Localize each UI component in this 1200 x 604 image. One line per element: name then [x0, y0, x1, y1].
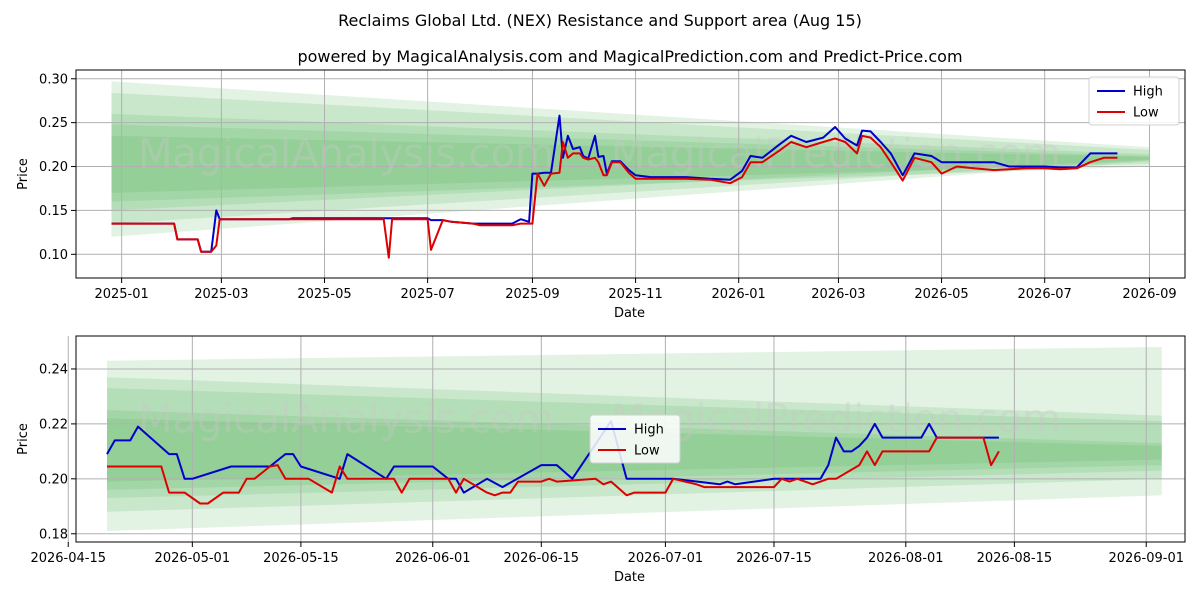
legend-label-low: Low [1133, 106, 1159, 121]
watermark-analysis: MagicalAnalysis.com [138, 396, 554, 442]
y-tick-label: 0.30 [39, 72, 68, 87]
x-tick-label: 2025-03 [194, 287, 248, 302]
x-tick-label: 2026-06-15 [504, 551, 580, 566]
y-tick-label: 0.20 [39, 472, 68, 487]
x-axis-label: Date [614, 570, 645, 585]
x-tick-label: 2026-05 [914, 287, 968, 302]
bottom-chart-panel: MagicalAnalysis.com MagicalPrediction.com… [16, 335, 1186, 585]
x-tick-label: 2026-05-01 [155, 551, 231, 566]
y-tick-label: 0.10 [39, 248, 68, 263]
y-tick-label: 0.20 [39, 160, 68, 175]
top-chart-panel: MagicalAnalysis.com MagicalPrediction.com… [16, 69, 1186, 321]
y-tick-label: 0.18 [39, 527, 68, 542]
x-axis-label: Date [614, 306, 645, 321]
legend: High Low [589, 414, 681, 464]
x-tick-label: 2026-07-15 [736, 551, 812, 566]
x-tick-label: 2025-11 [608, 287, 662, 302]
y-tick-label: 0.22 [39, 417, 68, 432]
x-tick-label: 2026-08-15 [977, 551, 1053, 566]
x-tick-label: 2026-07-01 [628, 551, 704, 566]
x-tick-label: 2026-04-15 [30, 551, 106, 566]
x-tick-label: 2026-09 [1122, 287, 1176, 302]
y-axis-label: Price [16, 423, 31, 455]
x-tick-label: 2025-01 [94, 287, 148, 302]
x-tick-label: 2026-09-01 [1108, 551, 1184, 566]
legend-label-high: High [634, 423, 664, 438]
chart-title: Reclaims Global Ltd. (NEX) Resistance an… [338, 11, 862, 30]
y-tick-label: 0.25 [39, 116, 68, 131]
x-tick-label: 2026-07 [1018, 287, 1072, 302]
chart-subtitle: powered by MagicalAnalysis.com and Magic… [297, 47, 962, 66]
y-tick-label: 0.24 [39, 362, 68, 377]
legend-label-high: High [1133, 85, 1163, 100]
chart-canvas: Reclaims Global Ltd. (NEX) Resistance an… [16, 11, 1186, 585]
x-tick-label: 2026-03 [811, 287, 865, 302]
x-tick-label: 2026-08-01 [868, 551, 944, 566]
x-tick-label: 2025-07 [400, 287, 454, 302]
watermark-analysis: MagicalAnalysis.com [138, 131, 554, 177]
legend: High Low [1088, 76, 1180, 126]
legend-label-low: Low [634, 444, 660, 459]
y-axis-label: Price [16, 158, 31, 190]
x-tick-label: 2026-06-01 [395, 551, 471, 566]
x-tick-label: 2026-01 [712, 287, 766, 302]
x-tick-label: 2025-05 [297, 287, 351, 302]
y-tick-label: 0.15 [39, 204, 68, 219]
x-tick-label: 2025-09 [505, 287, 559, 302]
x-tick-label: 2026-05-15 [263, 551, 339, 566]
